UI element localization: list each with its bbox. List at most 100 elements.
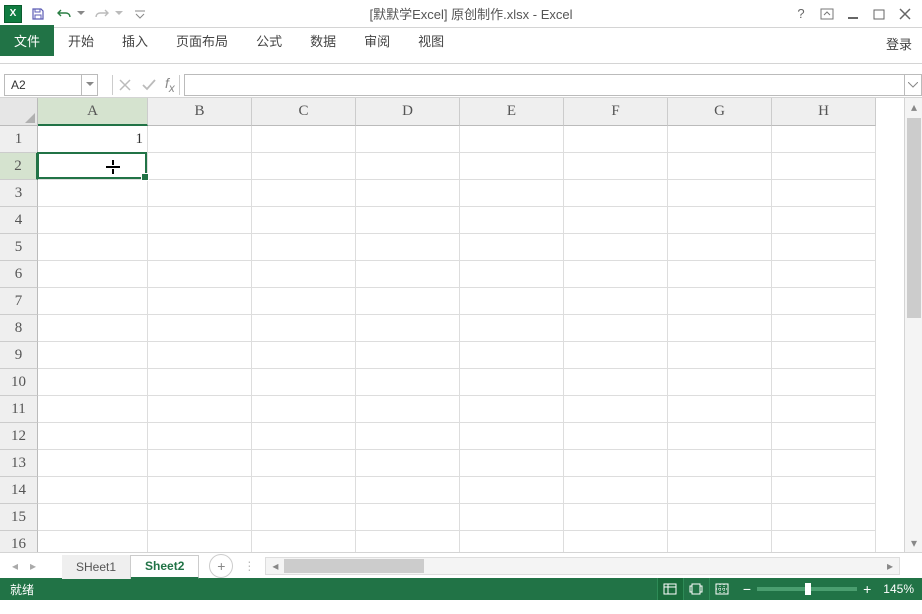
formula-bar-expand[interactable] — [904, 74, 922, 96]
cell-D16[interactable] — [356, 531, 460, 552]
cell-G1[interactable] — [668, 126, 772, 153]
cell-H5[interactable] — [772, 234, 876, 261]
cell-F10[interactable] — [564, 369, 668, 396]
cell-G7[interactable] — [668, 288, 772, 315]
cell-F1[interactable] — [564, 126, 668, 153]
cell-F11[interactable] — [564, 396, 668, 423]
cell-E12[interactable] — [460, 423, 564, 450]
cell-G4[interactable] — [668, 207, 772, 234]
cell-B12[interactable] — [148, 423, 252, 450]
cell-C2[interactable] — [252, 153, 356, 180]
view-normal-button[interactable] — [657, 578, 683, 600]
cell-E8[interactable] — [460, 315, 564, 342]
row-header-7[interactable]: 7 — [0, 288, 38, 315]
cell-E5[interactable] — [460, 234, 564, 261]
cell-B15[interactable] — [148, 504, 252, 531]
cell-D15[interactable] — [356, 504, 460, 531]
cell-D14[interactable] — [356, 477, 460, 504]
column-header-D[interactable]: D — [356, 98, 460, 126]
cell-G11[interactable] — [668, 396, 772, 423]
cell-A10[interactable] — [38, 369, 148, 396]
cell-A3[interactable] — [38, 180, 148, 207]
row-header-1[interactable]: 1 — [0, 126, 38, 153]
cell-G12[interactable] — [668, 423, 772, 450]
qat-customize[interactable] — [130, 4, 150, 24]
cell-B5[interactable] — [148, 234, 252, 261]
column-header-A[interactable]: A — [38, 98, 148, 126]
cell-D8[interactable] — [356, 315, 460, 342]
cell-D6[interactable] — [356, 261, 460, 288]
ribbon-display-button[interactable] — [818, 5, 836, 23]
cell-A16[interactable] — [38, 531, 148, 552]
save-button[interactable] — [28, 4, 48, 24]
cell-E4[interactable] — [460, 207, 564, 234]
cell-H1[interactable] — [772, 126, 876, 153]
select-all-corner[interactable] — [0, 98, 38, 126]
cell-A8[interactable] — [38, 315, 148, 342]
formula-input[interactable] — [184, 74, 904, 96]
name-box-dropdown[interactable] — [82, 74, 98, 96]
cell-B3[interactable] — [148, 180, 252, 207]
cell-D2[interactable] — [356, 153, 460, 180]
cell-B9[interactable] — [148, 342, 252, 369]
cell-B13[interactable] — [148, 450, 252, 477]
cell-A2[interactable] — [38, 153, 148, 180]
view-page-layout-button[interactable] — [683, 578, 709, 600]
cell-C1[interactable] — [252, 126, 356, 153]
cell-D3[interactable] — [356, 180, 460, 207]
sheet-nav-prev[interactable]: ◂ — [8, 559, 22, 573]
cell-B14[interactable] — [148, 477, 252, 504]
cell-A4[interactable] — [38, 207, 148, 234]
add-sheet-button[interactable]: + — [209, 554, 233, 578]
cell-G6[interactable] — [668, 261, 772, 288]
cell-G16[interactable] — [668, 531, 772, 552]
cell-E2[interactable] — [460, 153, 564, 180]
cell-D11[interactable] — [356, 396, 460, 423]
redo-button[interactable] — [92, 4, 112, 24]
cell-A7[interactable] — [38, 288, 148, 315]
tab-页面布局[interactable]: 页面布局 — [162, 25, 242, 56]
cell-C14[interactable] — [252, 477, 356, 504]
cell-C15[interactable] — [252, 504, 356, 531]
column-header-C[interactable]: C — [252, 98, 356, 126]
cell-F6[interactable] — [564, 261, 668, 288]
tab-公式[interactable]: 公式 — [242, 25, 296, 56]
cell-F3[interactable] — [564, 180, 668, 207]
cell-F14[interactable] — [564, 477, 668, 504]
tab-视图[interactable]: 视图 — [404, 25, 458, 56]
cell-A13[interactable] — [38, 450, 148, 477]
cell-F5[interactable] — [564, 234, 668, 261]
cell-H13[interactable] — [772, 450, 876, 477]
row-header-12[interactable]: 12 — [0, 423, 38, 450]
cell-F15[interactable] — [564, 504, 668, 531]
name-box[interactable]: A2 — [4, 74, 82, 96]
cell-H4[interactable] — [772, 207, 876, 234]
cell-G15[interactable] — [668, 504, 772, 531]
horizontal-scrollbar[interactable]: ◂ ▸ — [265, 557, 900, 575]
column-header-G[interactable]: G — [668, 98, 772, 126]
tab-插入[interactable]: 插入 — [108, 25, 162, 56]
cell-B8[interactable] — [148, 315, 252, 342]
sheet-split-handle[interactable]: ⋮ — [243, 559, 255, 573]
cell-F2[interactable] — [564, 153, 668, 180]
cell-D13[interactable] — [356, 450, 460, 477]
column-header-B[interactable]: B — [148, 98, 252, 126]
column-header-H[interactable]: H — [772, 98, 876, 126]
cancel-formula-button[interactable] — [113, 74, 137, 96]
cell-B11[interactable] — [148, 396, 252, 423]
cell-D5[interactable] — [356, 234, 460, 261]
sheet-tab-SHeet1[interactable]: SHeet1 — [62, 555, 131, 579]
scroll-up-button[interactable]: ▴ — [905, 98, 922, 116]
cell-A9[interactable] — [38, 342, 148, 369]
zoom-slider[interactable] — [757, 587, 857, 591]
zoom-slider-thumb[interactable] — [805, 583, 811, 595]
tab-数据[interactable]: 数据 — [296, 25, 350, 56]
sign-in-link[interactable]: 登录 — [886, 34, 912, 53]
cell-H7[interactable] — [772, 288, 876, 315]
cell-G10[interactable] — [668, 369, 772, 396]
cell-C9[interactable] — [252, 342, 356, 369]
cell-H9[interactable] — [772, 342, 876, 369]
cell-F16[interactable] — [564, 531, 668, 552]
row-header-5[interactable]: 5 — [0, 234, 38, 261]
cell-B4[interactable] — [148, 207, 252, 234]
